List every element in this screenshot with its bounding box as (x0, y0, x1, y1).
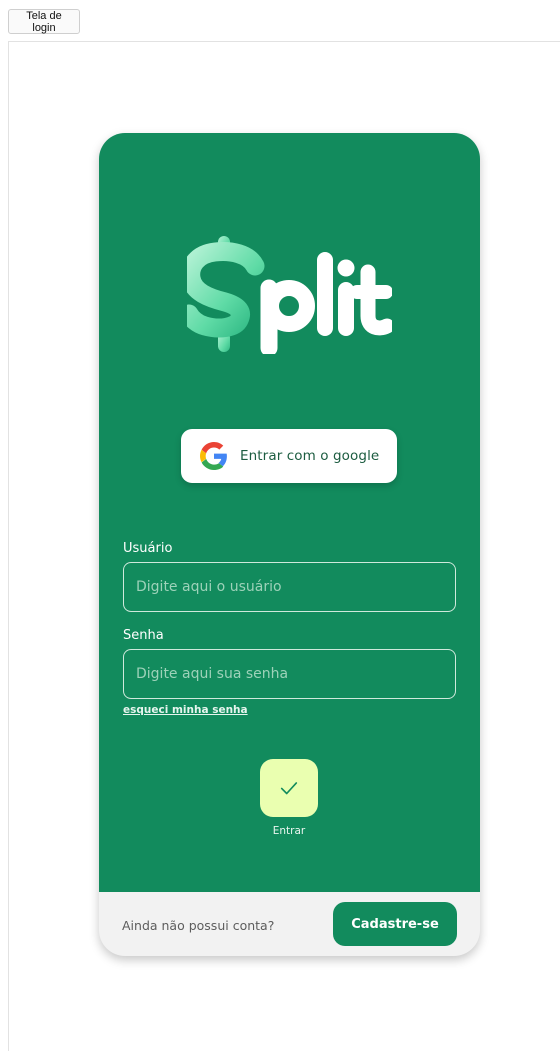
google-icon (200, 442, 227, 470)
google-login-button[interactable]: Entrar com o google (181, 429, 397, 483)
tab-tela-de-login[interactable]: Tela de login (8, 9, 80, 34)
login-card-body: Entrar com o google Usuário Senha esquec… (99, 133, 480, 892)
no-account-text: Ainda não possui conta? (122, 918, 275, 933)
password-label: Senha (123, 628, 164, 643)
submit-label: Entrar (272, 825, 306, 837)
username-input[interactable] (123, 562, 456, 612)
login-card: Entrar com o google Usuário Senha esquec… (99, 133, 480, 956)
split-logo (187, 236, 392, 354)
password-input[interactable] (123, 649, 456, 699)
submit-button[interactable] (260, 759, 318, 817)
username-label: Usuário (123, 541, 173, 556)
forgot-password-link[interactable]: esqueci minha senha (123, 704, 248, 716)
signup-button[interactable]: Cadastre-se (333, 902, 457, 946)
google-login-label: Entrar com o google (240, 448, 380, 464)
check-icon (280, 782, 298, 795)
